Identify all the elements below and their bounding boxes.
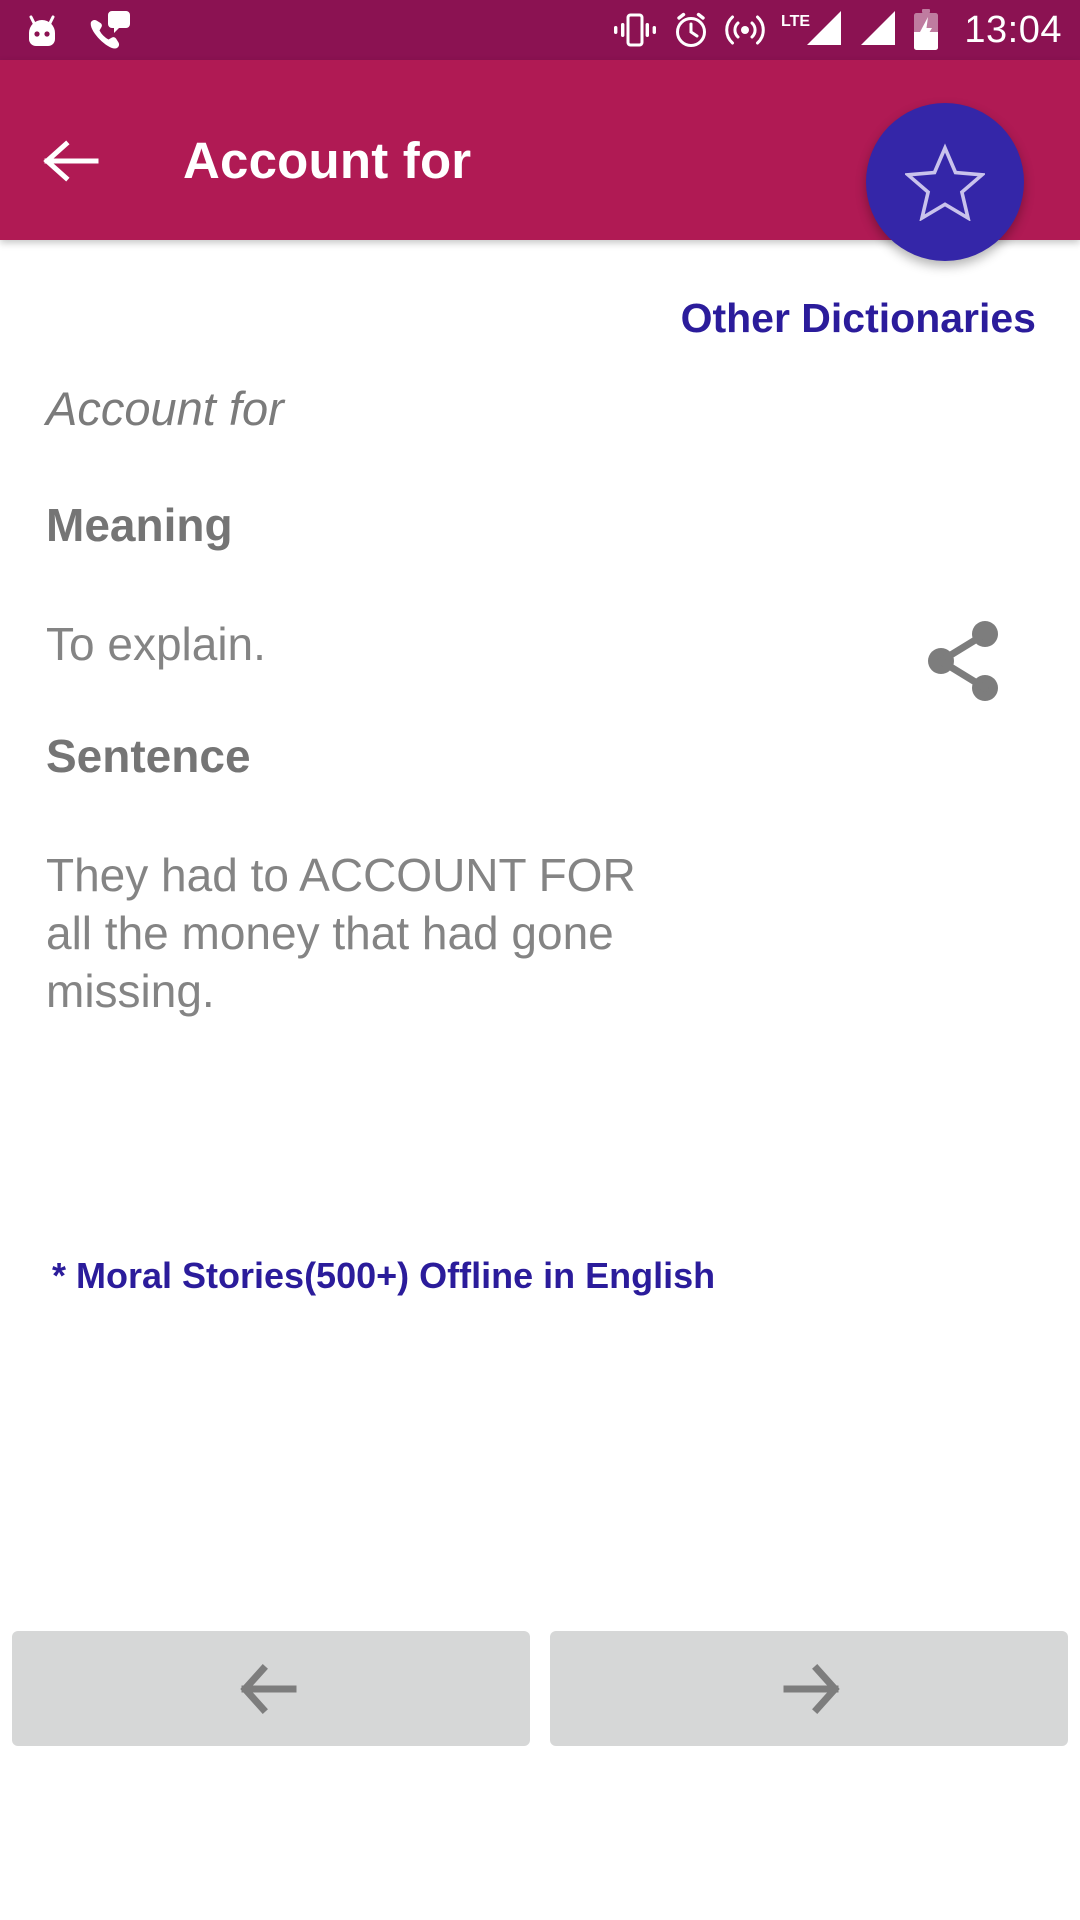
signal-bars-sim1-icon: LTE [781,11,842,45]
share-button[interactable] [915,614,1011,708]
content-area: Other Dictionaries Account for Meaning T… [0,240,1080,1630]
previous-word-button[interactable] [12,1631,530,1746]
battery-charging-icon [914,9,939,50]
android-mascot-icon [29,15,55,46]
arrow-right-icon [783,1663,840,1714]
word-headword: Account for [46,382,284,435]
share-icon [928,621,998,701]
alarm-clock-icon [676,12,707,47]
back-button[interactable] [42,138,100,184]
favorite-fab[interactable] [866,103,1024,261]
meaning-text: To explain. [46,618,266,670]
star-outline-icon [905,143,985,221]
sentence-heading: Sentence [46,730,251,782]
moral-stories-promo-link[interactable]: * Moral Stories(500+) Offline in English [52,1253,715,1299]
page-title: Account for [183,132,472,189]
status-bar-left-icons [22,9,132,51]
vibrate-icon [614,13,657,47]
signal-bars-sim2-icon [861,11,896,45]
status-bar-right-icons: LTE 13:04 [612,8,1062,52]
other-dictionaries-link[interactable]: Other Dictionaries [681,293,1036,343]
bottom-navigation-bar [0,1631,1080,1746]
meaning-heading: Meaning [46,499,233,551]
back-arrow-icon [43,140,99,182]
hotspot-icon [725,15,766,45]
next-word-button[interactable] [550,1631,1068,1746]
arrow-left-icon [240,1663,297,1714]
status-bar: LTE 13:04 [0,0,1080,60]
status-bar-clock: 13:04 [964,9,1062,51]
svg-text:LTE: LTE [781,13,810,30]
voicemail-call-icon [90,11,130,49]
sentence-text: They had to ACCOUNT FOR all the money th… [46,849,636,1017]
